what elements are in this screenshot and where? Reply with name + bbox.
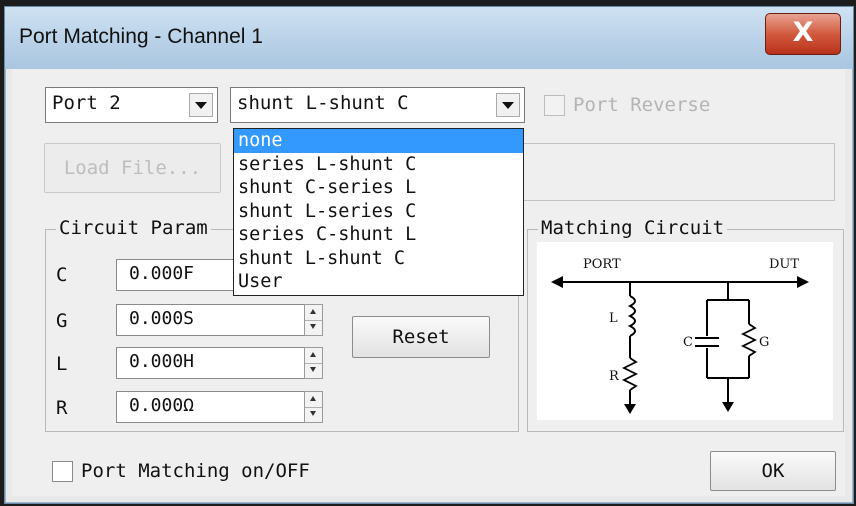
param-g-field[interactable]: 0.000S	[116, 304, 306, 336]
param-g-spinner[interactable]	[304, 304, 323, 336]
ok-button[interactable]: OK	[710, 451, 836, 491]
conductance-text: G	[759, 335, 769, 350]
dropdown-option-series-c-shunt-l[interactable]: series C-shunt L	[234, 223, 523, 247]
spinner-up-icon[interactable]	[305, 348, 322, 364]
param-l-spinner[interactable]	[304, 347, 323, 379]
param-r-field[interactable]: 0.000Ω	[116, 391, 306, 423]
reset-button[interactable]: Reset	[352, 316, 490, 358]
param-l-value: 0.000H	[129, 351, 195, 372]
dropdown-option-shunt-c-series-l[interactable]: shunt C-series L	[234, 176, 523, 200]
circuit-params-title: Circuit Param	[56, 217, 211, 239]
left-arrow-icon	[551, 276, 563, 288]
resistor-text: R	[609, 369, 620, 384]
capacitor-text: C	[683, 335, 693, 350]
spinner-up-icon[interactable]	[305, 392, 322, 408]
dialog-body: Port 2 shunt L-shunt C none series L-shu…	[12, 69, 845, 496]
port-matching-label: Port Matching on/OFF	[81, 460, 310, 482]
port-select-value: Port 2	[52, 92, 121, 114]
window-title: Port Matching - Channel 1	[19, 25, 263, 48]
port-reverse-label: Port Reverse	[573, 94, 711, 116]
spinner-down-icon[interactable]	[305, 407, 322, 422]
circuit-schematic: PORT DUT L R C G	[551, 257, 809, 414]
port-matching-dialog: Port Matching - Channel 1 X Port 2 shunt…	[4, 6, 854, 504]
param-g-value: 0.000S	[129, 308, 195, 329]
conductance-symbol	[740, 323, 758, 357]
dut-text: DUT	[769, 257, 799, 272]
right-arrow-icon	[797, 276, 809, 288]
dropdown-option-series-l-shunt-c[interactable]: series L-shunt C	[234, 153, 523, 177]
circuit-type-select-value: shunt L-shunt C	[237, 92, 409, 114]
inductor-symbol	[627, 295, 636, 337]
spinner-down-icon[interactable]	[305, 320, 322, 335]
close-icon: X	[792, 17, 814, 48]
resistor-symbol	[621, 357, 639, 391]
inductor-text: L	[609, 311, 618, 326]
chevron-down-icon[interactable]	[189, 93, 213, 117]
chevron-down-icon[interactable]	[496, 93, 520, 117]
port-text: PORT	[583, 257, 621, 272]
param-c-value: 0.000F	[129, 263, 195, 284]
spinner-down-icon[interactable]	[305, 363, 322, 378]
dropdown-option-shunt-l-shunt-c[interactable]: shunt L-shunt C	[234, 247, 523, 271]
close-button[interactable]: X	[765, 13, 841, 55]
load-file-button[interactable]: Load File...	[44, 143, 221, 193]
dropdown-option-user[interactable]: User	[234, 270, 523, 294]
param-c-label: C	[56, 264, 68, 286]
dropdown-option-none[interactable]: none	[234, 129, 523, 153]
file-path-box	[520, 143, 835, 201]
port-matching-checkbox[interactable]	[52, 461, 73, 482]
port-select[interactable]: Port 2	[45, 87, 218, 123]
matching-circuit-diagram: PORT DUT L R C G	[537, 242, 833, 420]
param-l-field[interactable]: 0.000H	[116, 347, 306, 379]
param-r-label: R	[56, 397, 68, 419]
matching-circuit-title: Matching Circuit	[538, 217, 728, 239]
circuit-type-dropdown-list: none series L-shunt C shunt C-series L s…	[233, 128, 524, 296]
ground-arrow-icon	[722, 402, 734, 412]
port-reverse-checkbox[interactable]	[544, 95, 565, 116]
param-l-label: L	[56, 353, 68, 375]
dropdown-option-shunt-l-series-c[interactable]: shunt L-series C	[234, 200, 523, 224]
param-r-spinner[interactable]	[304, 391, 323, 423]
spinner-up-icon[interactable]	[305, 305, 322, 321]
title-bar[interactable]: Port Matching - Channel 1 X	[5, 7, 853, 69]
circuit-type-select[interactable]: shunt L-shunt C	[230, 87, 525, 123]
param-g-label: G	[56, 310, 68, 332]
param-r-value: 0.000Ω	[129, 395, 195, 416]
ground-arrow-icon	[624, 404, 636, 414]
